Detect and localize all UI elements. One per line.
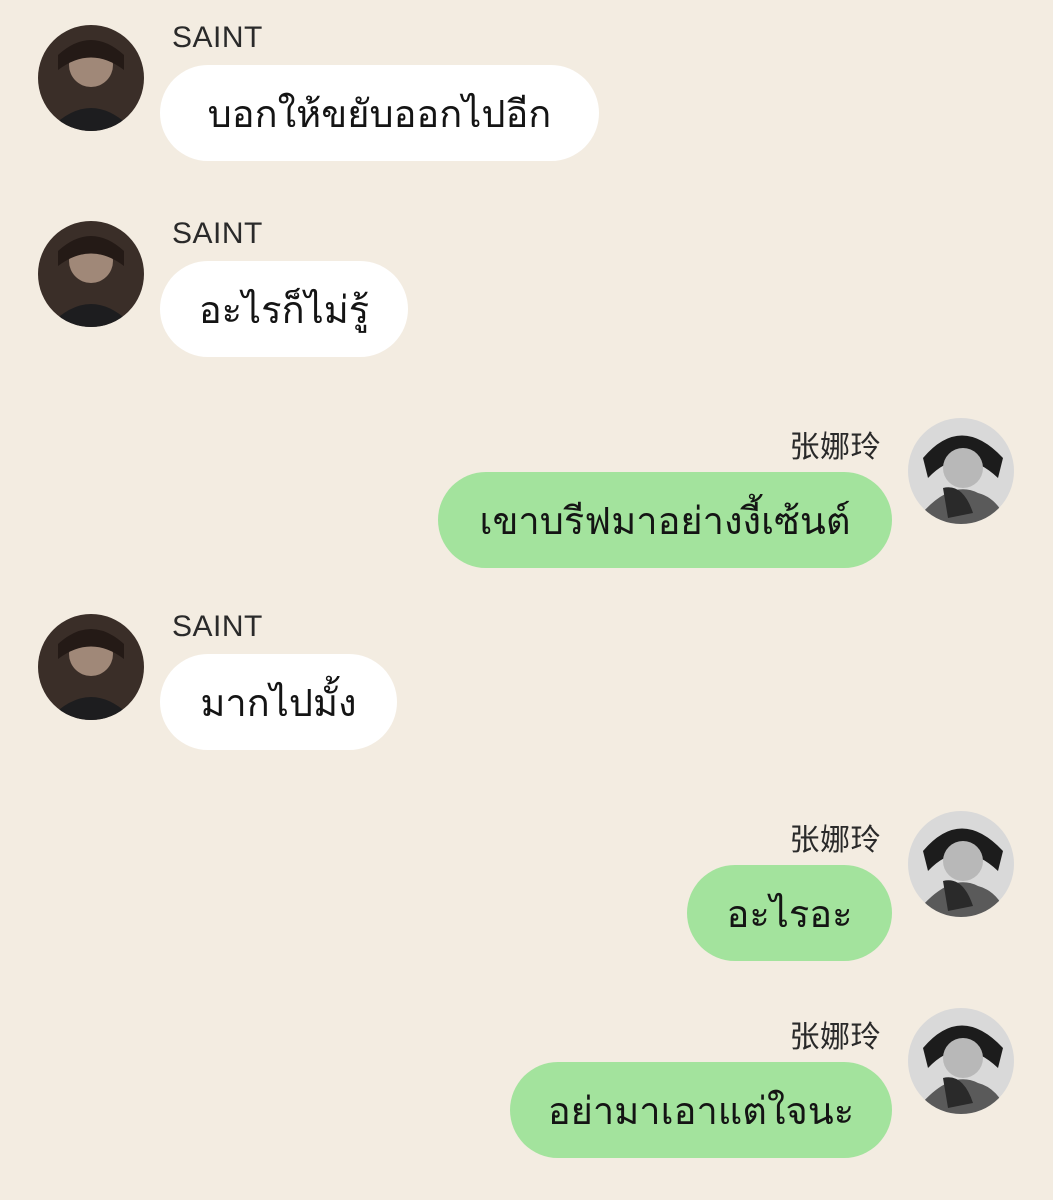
sender-name: 张娜玲 xyxy=(789,1021,881,1054)
message-bubble[interactable]: อย่ามาเอาแต่ใจนะ xyxy=(510,1062,892,1158)
avatar-saint[interactable] xyxy=(38,25,144,131)
sender-name: SAINT xyxy=(172,21,263,54)
sender-name: SAINT xyxy=(172,610,263,643)
sender-name: 张娜玲 xyxy=(789,824,881,857)
avatar-saint[interactable] xyxy=(38,614,144,720)
avatar-zhang[interactable] xyxy=(908,811,1014,917)
message-bubble[interactable]: อะไรอะ xyxy=(687,865,892,961)
avatar-zhang[interactable] xyxy=(908,418,1014,524)
message-bubble[interactable]: บอกให้ขยับออกไปอีก xyxy=(160,65,599,161)
sender-name: 张娜玲 xyxy=(789,431,881,464)
avatar-saint[interactable] xyxy=(38,221,144,327)
message-bubble[interactable]: อะไรก็ไม่รู้ xyxy=(160,261,408,357)
message-bubble[interactable]: เขาบรีฟมาอย่างงี้เซ้นต์ xyxy=(438,472,892,568)
message-bubble[interactable]: มากไปมั้ง xyxy=(160,654,397,750)
avatar-zhang[interactable] xyxy=(908,1008,1014,1114)
sender-name: SAINT xyxy=(172,217,263,250)
